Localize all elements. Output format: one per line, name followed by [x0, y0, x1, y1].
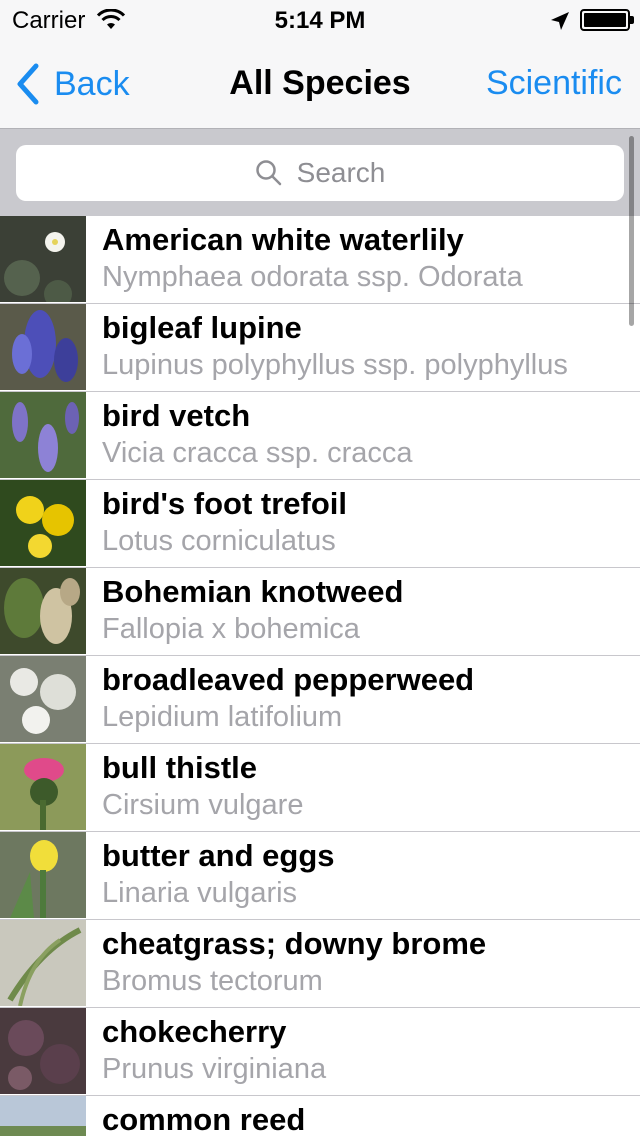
search-input[interactable]: Search [16, 145, 624, 201]
species-common-name: chokecherry [102, 1014, 287, 1049]
species-scientific-name: Prunus virginiana [102, 1053, 327, 1085]
list-item[interactable]: bird vetch Vicia cracca ssp. cracca [0, 392, 640, 480]
species-thumbnail [0, 832, 86, 918]
species-common-name: bull thistle [102, 750, 257, 785]
scientific-toggle-button[interactable]: Scientific [486, 64, 622, 103]
species-scientific-name: Lupinus polyphyllus ssp. polyphyllus [102, 349, 568, 381]
species-scientific-name: Nymphaea odorata ssp. Odorata [102, 261, 523, 293]
species-scientific-name: Lepidium latifolium [102, 701, 343, 733]
species-common-name: bird vetch [102, 398, 251, 433]
species-common-name: bird's foot trefoil [102, 486, 348, 521]
species-common-name: butter and eggs [102, 838, 335, 873]
list-item[interactable]: broadleaved pepperweed Lepidium latifoli… [0, 656, 640, 744]
species-scientific-name: Cirsium vulgare [102, 789, 304, 821]
status-time: 5:14 PM [274, 7, 366, 34]
species-thumbnail [0, 480, 86, 566]
species-thumbnail [0, 392, 86, 478]
species-thumbnail [0, 920, 86, 1006]
species-scientific-name: Lotus corniculatus [102, 525, 336, 557]
list-item[interactable]: bird's foot trefoil Lotus corniculatus [0, 480, 640, 568]
species-thumbnail [0, 1096, 86, 1136]
species-common-name: bigleaf lupine [102, 310, 302, 345]
list-item[interactable]: American white waterlily Nymphaea odorat… [0, 216, 640, 304]
species-thumbnail [0, 656, 86, 742]
list-item[interactable]: common reed [0, 1096, 640, 1136]
list-item[interactable]: bigleaf lupine Lupinus polyphyllus ssp. … [0, 304, 640, 392]
species-thumbnail [0, 304, 86, 390]
species-thumbnail [0, 568, 86, 654]
species-common-name: cheatgrass; downy brome [102, 926, 487, 961]
back-button-label: Back [54, 64, 130, 103]
search-icon [255, 160, 281, 186]
species-thumbnail [0, 744, 86, 830]
species-scientific-name: Bromus tectorum [102, 965, 323, 997]
chevron-left-icon [17, 63, 39, 105]
location-arrow-icon [551, 12, 569, 30]
search-placeholder: Search [296, 157, 386, 188]
list-item[interactable]: cheatgrass; downy brome Bromus tectorum [0, 920, 640, 1008]
species-scientific-name: Fallopia x bohemica [102, 613, 360, 645]
navigation-bar: Back All Species Scientific [0, 40, 640, 128]
species-common-name: American white waterlily [102, 222, 464, 257]
species-list[interactable]: American white waterlily Nymphaea odorat… [0, 216, 640, 1136]
species-common-name: common reed [102, 1102, 306, 1136]
species-thumbnail [0, 216, 86, 302]
list-item[interactable]: chokecherry Prunus virginiana [0, 1008, 640, 1096]
species-common-name: Bohemian knotweed [102, 574, 404, 609]
species-scientific-name: Linaria vulgaris [102, 877, 298, 909]
species-thumbnail [0, 1008, 86, 1094]
species-common-name: broadleaved pepperweed [102, 662, 475, 697]
status-bar: Carrier 5:14 PM [0, 0, 640, 40]
scroll-indicator[interactable] [629, 136, 634, 326]
list-item[interactable]: bull thistle Cirsium vulgare [0, 744, 640, 832]
species-scientific-name: Vicia cracca ssp. cracca [102, 437, 413, 469]
list-item[interactable]: Bohemian knotweed Fallopia x bohemica [0, 568, 640, 656]
battery-icon [580, 9, 634, 31]
back-button[interactable]: Back [14, 62, 130, 106]
search-bar: Search [0, 128, 640, 216]
list-item[interactable]: butter and eggs Linaria vulgaris [0, 832, 640, 920]
